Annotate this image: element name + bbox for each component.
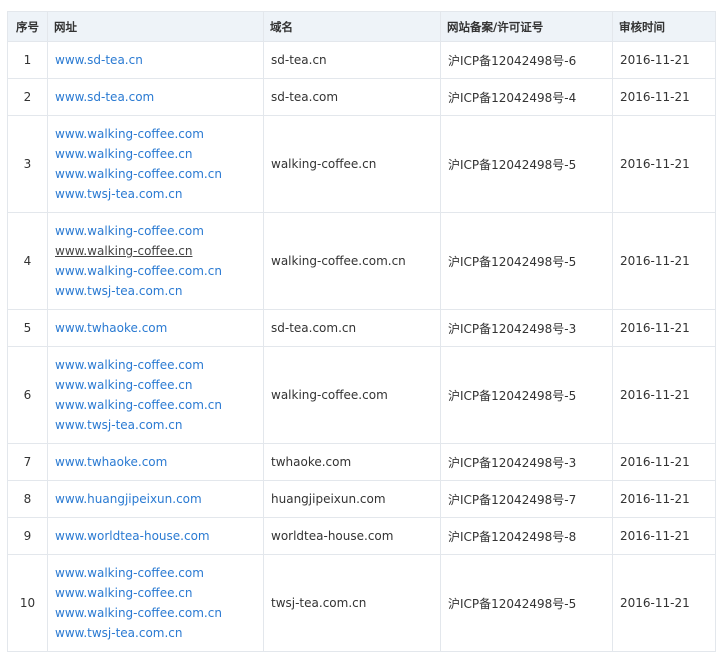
website-link[interactable]: www.walking-coffee.com.cn — [55, 395, 263, 415]
website-link[interactable]: www.walking-coffee.com — [55, 563, 263, 583]
website-link[interactable]: www.walking-coffee.com — [55, 221, 263, 241]
header-icp-license: 网站备案/许可证号 — [440, 11, 613, 42]
website-link[interactable]: www.twsj-tea.com.cn — [55, 623, 263, 643]
row-serial-number: 3 — [7, 115, 48, 213]
row-review-date: 2016-11-21 — [612, 554, 716, 652]
row-review-date: 2016-11-21 — [612, 309, 716, 347]
row-review-date: 2016-11-21 — [612, 41, 716, 79]
row-icp-license: 沪ICP备12042498号-7 — [440, 480, 613, 518]
website-link[interactable]: www.twhaoke.com — [55, 318, 263, 338]
row-icp-license: 沪ICP备12042498号-3 — [440, 309, 613, 347]
website-link[interactable]: www.twsj-tea.com.cn — [55, 184, 263, 204]
row-domain: twsj-tea.com.cn — [263, 554, 441, 652]
row-icp-license: 沪ICP备12042498号-5 — [440, 346, 613, 444]
table-row: 10 www.walking-coffee.com www.walking-coff… — [7, 554, 716, 652]
row-review-date: 2016-11-21 — [612, 443, 716, 481]
row-domain: walking-coffee.cn — [263, 115, 441, 213]
website-link[interactable]: www.walking-coffee.cn — [55, 144, 263, 164]
table-row: 2 www.sd-tea.com sd-tea.com 沪ICP备12042498号-… — [7, 78, 716, 116]
icp-record-table-container: 序号 网址 域名 网站备案/许可证号 审核时间 1 www.sd-tea.cn sd… — [7, 11, 716, 652]
row-serial-number: 4 — [7, 212, 48, 310]
website-link[interactable]: www.walking-coffee.com.cn — [55, 164, 263, 184]
row-url-cell: www.huangjipeixun.com — [47, 480, 264, 518]
row-review-date: 2016-11-21 — [612, 480, 716, 518]
row-review-date: 2016-11-21 — [612, 212, 716, 310]
table-row: 5 www.twhaoke.com sd-tea.com.cn 沪ICP备120424… — [7, 309, 716, 347]
row-url-cell: www.worldtea-house.com — [47, 517, 264, 555]
table-row: 1 www.sd-tea.cn sd-tea.cn 沪ICP备12042498号-6 2… — [7, 41, 716, 79]
table-row: 6 www.walking-coffee.com www.walking-coffe… — [7, 346, 716, 444]
website-link[interactable]: www.walking-coffee.com — [55, 124, 263, 144]
header-serial-number: 序号 — [7, 11, 48, 42]
row-serial-number: 8 — [7, 480, 48, 518]
website-link[interactable]: www.walking-coffee.com.cn — [55, 261, 263, 281]
table-body: 1 www.sd-tea.cn sd-tea.cn 沪ICP备12042498号-6 2… — [7, 41, 716, 652]
website-link[interactable]: www.walking-coffee.cn — [55, 375, 263, 395]
row-review-date: 2016-11-21 — [612, 346, 716, 444]
row-url-cell: www.walking-coffee.com www.walking-coffee… — [47, 212, 264, 310]
row-domain: worldtea-house.com — [263, 517, 441, 555]
header-review-date: 审核时间 — [612, 11, 716, 42]
row-icp-license: 沪ICP备12042498号-5 — [440, 212, 613, 310]
table-row: 3 www.walking-coffee.com www.walking-coffe… — [7, 115, 716, 213]
row-serial-number: 6 — [7, 346, 48, 444]
row-domain: sd-tea.com.cn — [263, 309, 441, 347]
row-review-date: 2016-11-21 — [612, 517, 716, 555]
website-link[interactable]: www.huangjipeixun.com — [55, 489, 263, 509]
website-link[interactable]: www.twhaoke.com — [55, 452, 263, 472]
row-domain: walking-coffee.com.cn — [263, 212, 441, 310]
website-link[interactable]: www.sd-tea.cn — [55, 50, 263, 70]
website-link[interactable]: www.walking-coffee.com.cn — [55, 603, 263, 623]
row-icp-license: 沪ICP备12042498号-5 — [440, 554, 613, 652]
row-url-cell: www.walking-coffee.com www.walking-coffee… — [47, 115, 264, 213]
website-link[interactable]: www.walking-coffee.cn — [55, 241, 263, 261]
table-header-row: 序号 网址 域名 网站备案/许可证号 审核时间 — [7, 11, 716, 42]
row-serial-number: 10 — [7, 554, 48, 652]
row-url-cell: www.sd-tea.com — [47, 78, 264, 116]
row-review-date: 2016-11-21 — [612, 115, 716, 213]
website-link[interactable]: www.walking-coffee.cn — [55, 583, 263, 603]
table-row: 7 www.twhaoke.com twhaoke.com 沪ICP备12042498… — [7, 443, 716, 481]
header-url: 网址 — [47, 11, 264, 42]
row-domain: sd-tea.cn — [263, 41, 441, 79]
row-icp-license: 沪ICP备12042498号-4 — [440, 78, 613, 116]
row-review-date: 2016-11-21 — [612, 78, 716, 116]
row-url-cell: www.twhaoke.com — [47, 309, 264, 347]
row-domain: huangjipeixun.com — [263, 480, 441, 518]
table-row: 4 www.walking-coffee.com www.walking-coffe… — [7, 212, 716, 310]
row-icp-license: 沪ICP备12042498号-3 — [440, 443, 613, 481]
row-icp-license: 沪ICP备12042498号-6 — [440, 41, 613, 79]
header-domain: 域名 — [263, 11, 441, 42]
table-row: 9 www.worldtea-house.com worldtea-house.co… — [7, 517, 716, 555]
row-domain: sd-tea.com — [263, 78, 441, 116]
row-serial-number: 7 — [7, 443, 48, 481]
row-domain: walking-coffee.com — [263, 346, 441, 444]
row-serial-number: 5 — [7, 309, 48, 347]
row-url-cell: www.sd-tea.cn — [47, 41, 264, 79]
website-link[interactable]: www.twsj-tea.com.cn — [55, 415, 263, 435]
row-url-cell: www.walking-coffee.com www.walking-coffee… — [47, 346, 264, 444]
row-icp-license: 沪ICP备12042498号-8 — [440, 517, 613, 555]
website-link[interactable]: www.walking-coffee.com — [55, 355, 263, 375]
row-serial-number: 1 — [7, 41, 48, 79]
website-link[interactable]: www.sd-tea.com — [55, 87, 263, 107]
row-url-cell: www.twhaoke.com — [47, 443, 264, 481]
row-icp-license: 沪ICP备12042498号-5 — [440, 115, 613, 213]
row-url-cell: www.walking-coffee.com www.walking-coffee… — [47, 554, 264, 652]
row-domain: twhaoke.com — [263, 443, 441, 481]
website-link[interactable]: www.worldtea-house.com — [55, 526, 263, 546]
row-serial-number: 2 — [7, 78, 48, 116]
icp-record-table: 序号 网址 域名 网站备案/许可证号 审核时间 1 www.sd-tea.cn sd… — [7, 11, 716, 652]
table-row: 8 www.huangjipeixun.com huangjipeixun.com 沪… — [7, 480, 716, 518]
website-link[interactable]: www.twsj-tea.com.cn — [55, 281, 263, 301]
row-serial-number: 9 — [7, 517, 48, 555]
